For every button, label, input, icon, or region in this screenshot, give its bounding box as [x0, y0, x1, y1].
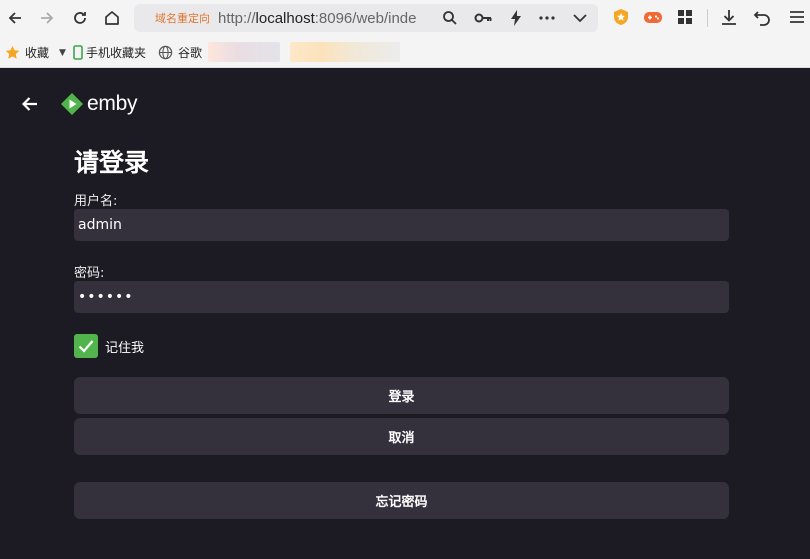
redirect-tag: 域名重定向 [155, 12, 210, 25]
undo-icon[interactable] [752, 7, 772, 27]
reload-icon[interactable] [68, 6, 92, 30]
bookmark-favorites[interactable]: 收藏 ▼ [5, 44, 66, 61]
emby-logo-icon [61, 93, 83, 115]
more-icon[interactable] [537, 8, 557, 28]
url-text[interactable]: http://localhost:8096/web/inde [218, 10, 430, 27]
remember-me-checkbox[interactable] [74, 334, 98, 358]
menu-icon[interactable] [784, 7, 810, 27]
forgot-password-button[interactable]: 忘记密码 [74, 482, 729, 519]
lightning-icon[interactable] [506, 8, 526, 28]
back-icon[interactable] [3, 6, 27, 30]
password-input[interactable]: •••••• [74, 281, 729, 313]
phone-icon [73, 45, 83, 60]
username-value: admin [78, 217, 122, 233]
home-icon[interactable] [100, 6, 124, 30]
download-icon[interactable] [719, 7, 739, 27]
remember-me-row[interactable]: 记住我 [74, 334, 144, 358]
game-extension-icon[interactable] [643, 7, 663, 27]
password-label: 密码: [74, 266, 105, 281]
back-arrow-icon[interactable] [20, 94, 42, 116]
apps-grid-icon[interactable] [675, 7, 695, 27]
chevron-down-icon[interactable] [570, 8, 590, 28]
bookmark-google[interactable]: 谷歌 [158, 44, 202, 61]
globe-icon [158, 45, 173, 60]
blurred-bookmark [290, 42, 400, 62]
username-input[interactable]: admin [74, 209, 729, 241]
bookmarks-bar: 收藏 ▼ 手机收藏夹 谷歌 [0, 36, 810, 68]
address-bar[interactable]: 域名重定向 http://localhost:8096/web/inde [134, 4, 598, 32]
bookmark-mobile[interactable]: 手机收藏夹 [73, 44, 146, 61]
search-icon[interactable] [440, 8, 460, 28]
emby-logo: emby [60, 92, 137, 116]
caret-down-icon[interactable]: ▼ [59, 48, 66, 58]
password-value: •••••• [78, 289, 134, 305]
remember-me-label: 记住我 [105, 340, 145, 356]
star-icon [5, 45, 20, 59]
shield-extension-icon[interactable] [611, 7, 631, 27]
toolbar-divider [707, 9, 708, 27]
blurred-bookmark [208, 42, 280, 62]
browser-toolbar: 域名重定向 http://localhost:8096/web/inde [0, 0, 810, 36]
key-icon[interactable] [473, 8, 493, 28]
logo-text: emby [87, 92, 138, 115]
forward-icon[interactable] [35, 6, 59, 30]
checkmark-icon [78, 340, 94, 353]
emby-login-page: emby 请登录 用户名: admin 密码: •••••• 记住我 登录 取消… [0, 69, 810, 559]
cancel-button[interactable]: 取消 [74, 418, 729, 455]
username-label: 用户名: [74, 194, 118, 209]
page-title: 请登录 [74, 148, 150, 177]
login-button[interactable]: 登录 [74, 377, 729, 414]
